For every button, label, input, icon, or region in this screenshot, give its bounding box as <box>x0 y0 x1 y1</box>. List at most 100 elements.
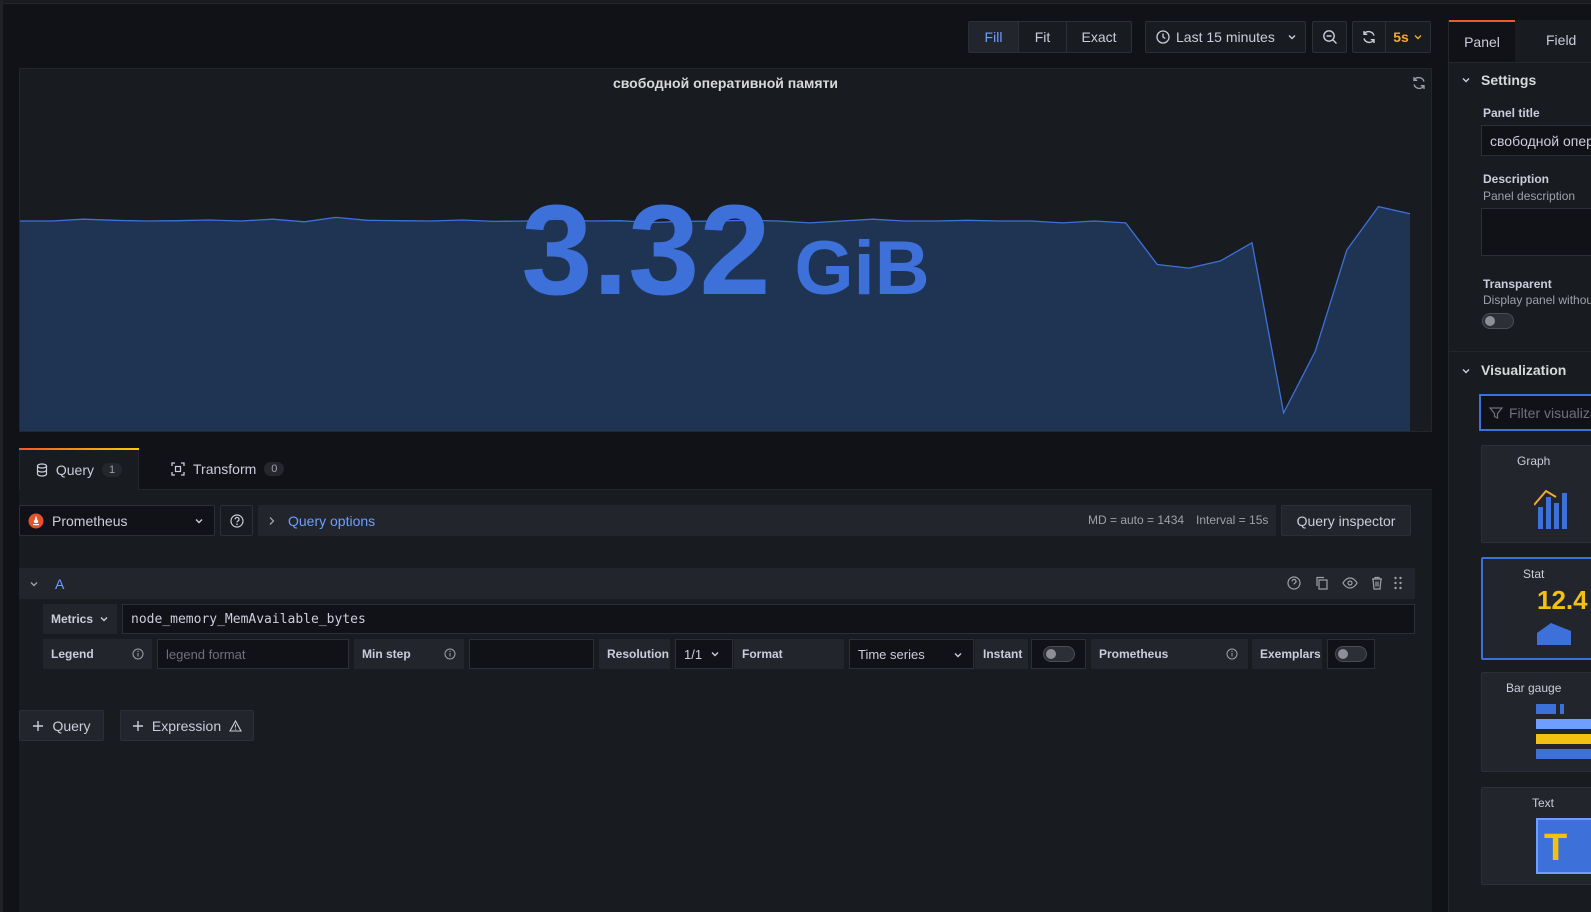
chevron-down-icon <box>194 516 204 526</box>
chevron-right-icon <box>268 516 276 526</box>
divider <box>1449 351 1591 352</box>
prometheus-type-label: Prometheus <box>1091 639 1248 669</box>
viz-card-label: Graph <box>1517 454 1551 468</box>
help-icon <box>229 513 244 528</box>
datasource-help-button[interactable] <box>220 505 253 536</box>
clock-icon <box>1156 30 1170 44</box>
description-textarea[interactable] <box>1481 208 1591 256</box>
viz-card-label: Text <box>1532 796 1555 810</box>
top-border <box>0 0 1591 4</box>
metrics-browser-button[interactable]: Metrics <box>43 604 117 634</box>
zoom-out-icon <box>1322 29 1338 45</box>
legend-label-text: Legend <box>51 647 94 661</box>
info-icon <box>444 648 456 660</box>
resolution-select[interactable]: 1/1 <box>675 639 733 669</box>
viz-card-text[interactable]: Text T <box>1481 787 1591 885</box>
query-inspector-button[interactable]: Query inspector <box>1281 505 1411 536</box>
panel-title-input[interactable]: свободной оперативной памяти <box>1481 125 1591 156</box>
refresh-interval-picker[interactable]: 5s <box>1385 21 1431 53</box>
prometheus-type-label-text: Prometheus <box>1099 647 1169 661</box>
chevron-down-icon <box>1413 32 1423 42</box>
options-pane: Panel Field Settings Panel title свободн… <box>1448 20 1591 912</box>
tab-query[interactable]: Query 1 <box>19 448 139 490</box>
max-data-points-info: MD = auto = 1434 <box>1088 513 1185 527</box>
exemplars-label: Exemplars <box>1252 639 1322 669</box>
metrics-label: Metrics <box>51 612 94 626</box>
editor-tabs: Query 1 Transform 0 <box>19 448 1432 490</box>
help-icon[interactable] <box>1287 576 1301 590</box>
prometheus-icon <box>28 513 44 529</box>
min-step-input[interactable] <box>469 639 594 669</box>
instant-toggle[interactable] <box>1043 646 1075 662</box>
add-expression-button[interactable]: Expression <box>120 710 254 741</box>
chevron-down-icon <box>710 649 720 659</box>
bar-gauge-viz-icon <box>1536 704 1591 760</box>
plus-icon <box>32 720 44 732</box>
stat-number: 3.32 <box>521 179 771 322</box>
plus-icon <box>132 720 144 732</box>
interval-info: Interval = 15s <box>1196 513 1269 527</box>
visualization-filter-input[interactable]: Filter visualizations <box>1479 394 1591 431</box>
svg-text:T: T <box>1544 827 1567 869</box>
tab-field[interactable]: Field <box>1546 32 1576 48</box>
tab-transform-label: Transform <box>193 461 257 477</box>
promql-expression-input[interactable]: node_memory_MemAvailable_bytes <box>122 604 1415 634</box>
description-hint: Panel description <box>1483 189 1576 203</box>
chevron-down-icon <box>1287 32 1297 42</box>
fit-button[interactable]: Fit <box>1018 21 1067 53</box>
fill-button[interactable]: Fill <box>968 21 1019 53</box>
info-icon <box>132 648 144 660</box>
database-icon <box>36 462 48 477</box>
active-tab-indicator <box>19 448 139 450</box>
description-label: Description <box>1483 172 1550 186</box>
trash-icon[interactable] <box>1370 576 1384 590</box>
graph-viz-icon <box>1534 481 1591 531</box>
query-ref-id[interactable]: A <box>55 576 64 592</box>
exact-button[interactable]: Exact <box>1066 21 1132 53</box>
instant-label: Instant <box>975 639 1028 669</box>
time-range-picker[interactable]: Last 15 minutes <box>1145 21 1306 53</box>
query-options-bar[interactable]: Query options MD = auto = 1434 Interval … <box>258 505 1276 536</box>
collapse-icon[interactable] <box>29 579 39 589</box>
tab-transform-count: 0 <box>264 462 285 476</box>
instant-toggle-container <box>1031 639 1086 669</box>
text-viz-icon: T <box>1536 818 1591 874</box>
transform-icon <box>171 462 185 476</box>
resolution-label: Resolution <box>599 639 670 669</box>
zoom-out-button[interactable] <box>1312 21 1347 53</box>
stat-unit: GiB <box>794 226 930 311</box>
legend-format-input[interactable]: legend format <box>157 639 349 669</box>
viz-card-bar-gauge[interactable]: Bar gauge <box>1481 672 1591 772</box>
chevron-down-icon[interactable] <box>1461 75 1471 85</box>
drag-handle-icon[interactable] <box>1393 576 1403 590</box>
add-query-button[interactable]: Query <box>19 710 104 741</box>
warning-icon <box>229 719 243 732</box>
chevron-down-icon[interactable] <box>1461 366 1471 376</box>
query-row-header <box>19 568 1415 599</box>
tab-transform[interactable]: Transform 0 <box>171 448 285 490</box>
visualization-header[interactable]: Visualization <box>1481 362 1566 378</box>
chevron-down-icon <box>99 614 109 624</box>
refresh-button[interactable] <box>1352 21 1386 53</box>
min-step-label-text: Min step <box>362 647 411 661</box>
viz-card-label: Stat <box>1523 567 1545 581</box>
tab-panel[interactable]: Panel <box>1449 20 1515 62</box>
tab-query-label: Query <box>55 461 94 478</box>
min-step-label: Min step <box>354 639 464 669</box>
viz-card-graph[interactable]: Graph <box>1481 445 1591 543</box>
viz-card-stat[interactable]: Stat 12.4 <box>1481 557 1591 660</box>
datasource-picker[interactable]: Prometheus <box>19 505 215 536</box>
viz-card-label: Bar gauge <box>1506 681 1562 695</box>
refresh-icon <box>1361 29 1377 45</box>
tab-query-count: 1 <box>102 462 123 477</box>
query-editor <box>19 490 1432 912</box>
duplicate-icon[interactable] <box>1315 576 1329 590</box>
add-expression-label: Expression <box>151 717 222 734</box>
format-label: Format <box>734 639 844 669</box>
panel-preview: свободной оперативной памяти 3.32 GiB <box>19 68 1432 432</box>
eye-icon[interactable] <box>1342 576 1358 590</box>
format-select[interactable]: Time series <box>849 639 974 669</box>
settings-header[interactable]: Settings <box>1481 72 1536 88</box>
transparent-toggle[interactable] <box>1482 313 1514 329</box>
exemplars-toggle[interactable] <box>1335 646 1367 662</box>
